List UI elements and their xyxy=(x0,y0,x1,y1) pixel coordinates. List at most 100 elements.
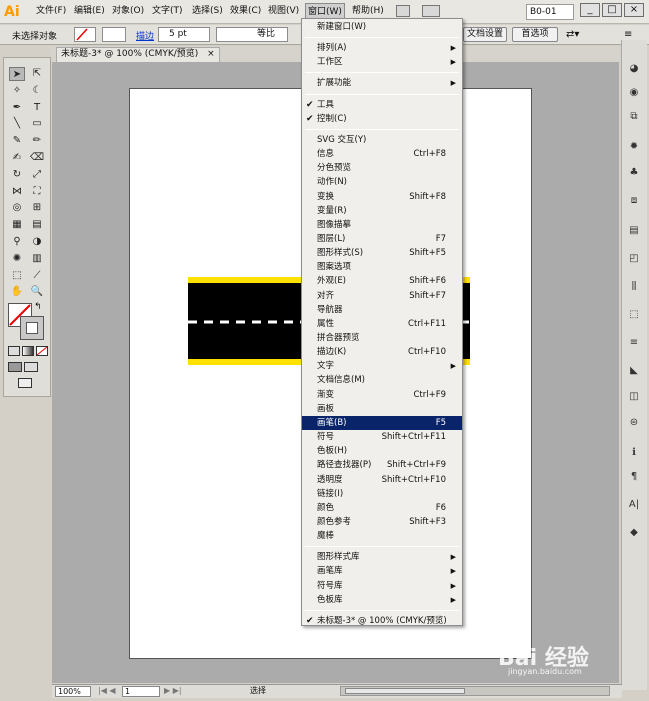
close-button[interactable]: × xyxy=(624,3,644,17)
menu-0[interactable]: 文件(F) xyxy=(34,3,68,20)
eyedropper-tool-icon[interactable]: ⚲ xyxy=(9,235,25,249)
menu-1[interactable]: 编辑(E) xyxy=(72,3,107,20)
gradient-icon[interactable]: ◣ xyxy=(625,362,643,380)
menu-6[interactable]: 视图(V) xyxy=(266,3,301,20)
swatches-icon[interactable]: ⧉ xyxy=(625,108,643,126)
first-page-icon[interactable]: |◀ ◀ xyxy=(98,686,116,697)
symbols-icon[interactable]: ♣ xyxy=(625,164,643,182)
document-tab[interactable]: 未标题-3* @ 100% (CMYK/预览) × xyxy=(56,47,220,62)
last-page-icon[interactable]: ▶ ▶| xyxy=(164,686,182,697)
window-menu-item[interactable]: 图层(L) F7 xyxy=(302,232,462,246)
page-input[interactable]: 1 xyxy=(122,686,160,697)
pen-tool-icon[interactable]: ✒ xyxy=(9,101,25,115)
window-menu-item[interactable]: 图形样式库 ▶ xyxy=(302,550,462,564)
preferences-button[interactable]: 首选项 xyxy=(512,27,558,42)
color-guide-icon[interactable]: ◉ xyxy=(625,84,643,102)
gradient-tool-icon[interactable]: ▤ xyxy=(29,218,45,232)
window-menu-item[interactable]: 画笔(B) F5 xyxy=(302,415,462,430)
stroke-swatch[interactable] xyxy=(102,27,126,42)
artboard-tool-icon[interactable]: ⬚ xyxy=(9,269,25,283)
panel-menu-icon[interactable]: ≡ xyxy=(624,29,632,40)
window-menu-item[interactable]: 拼合器预览 xyxy=(302,331,462,345)
window-menu-item[interactable]: ✔ 工具 xyxy=(302,98,462,112)
window-menu-item[interactable]: 链接(I) xyxy=(302,487,462,501)
blob-brush-tool-icon[interactable]: ✍ xyxy=(9,151,25,165)
graphic-styles-icon[interactable]: ⧈ xyxy=(625,192,643,210)
window-menu-item[interactable]: 符号 Shift+Ctrl+F11 xyxy=(302,430,462,444)
window-menu-item[interactable]: 工作区 ▶ xyxy=(302,55,462,69)
zoom-input[interactable]: 100% xyxy=(55,686,91,697)
layers-icon[interactable]: ▤ xyxy=(625,222,643,240)
swap-colors-icon[interactable]: ↰ xyxy=(34,302,42,312)
window-menu-item[interactable]: 透明度 Shift+Ctrl+F10 xyxy=(302,473,462,487)
window-menu-item[interactable]: 图像描摹 xyxy=(302,218,462,232)
window-menu-item[interactable]: ✔ 未标题-3* @ 100% (CMYK/预览) xyxy=(302,614,462,628)
window-menu-item[interactable]: 排列(A) ▶ xyxy=(302,41,462,55)
window-menu-item[interactable]: 变换 Shift+F8 xyxy=(302,190,462,204)
window-menu-item[interactable]: 图案选项 xyxy=(302,260,462,274)
window-menu-item[interactable]: 文字 ▶ xyxy=(302,359,462,373)
pencil-tool-icon[interactable]: ✏ xyxy=(29,134,45,148)
selection-tool-icon[interactable]: ➤ xyxy=(9,67,25,81)
shape-builder-tool-icon[interactable]: ◎ xyxy=(9,201,25,215)
window-menu-item[interactable]: 色板(H) xyxy=(302,444,462,458)
horizontal-scrollbar[interactable] xyxy=(340,686,610,696)
window-menu-item[interactable]: 路径查找器(P) Shift+Ctrl+F9 xyxy=(302,458,462,472)
window-menu-item[interactable]: 文档信息(M) xyxy=(302,373,462,387)
stroke-link[interactable]: 描边 xyxy=(136,29,154,42)
none-mode-icon[interactable] xyxy=(36,346,48,356)
menu-3[interactable]: 文字(T) xyxy=(150,3,185,20)
draw-normal-icon[interactable] xyxy=(8,362,22,372)
window-menu-item[interactable]: 分色预览 xyxy=(302,161,462,175)
rectangle-tool-icon[interactable]: ▭ xyxy=(29,117,45,131)
window-menu-item[interactable]: 对齐 Shift+F7 xyxy=(302,289,462,303)
window-menu-item[interactable]: 信息 Ctrl+F8 xyxy=(302,147,462,161)
symbol-sprayer-tool-icon[interactable]: ✺ xyxy=(9,252,25,266)
window-menu-item[interactable]: 描边(K) Ctrl+F10 xyxy=(302,345,462,359)
window-menu-item[interactable]: 属性 Ctrl+F11 xyxy=(302,317,462,331)
eraser-tool-icon[interactable]: ⌫ xyxy=(29,151,45,165)
window-menu-item[interactable]: 颜色 F6 xyxy=(302,501,462,515)
magic-wand-tool-icon[interactable]: ✧ xyxy=(9,84,25,98)
character-icon[interactable]: A| xyxy=(625,496,643,514)
transparency-icon[interactable]: ◫ xyxy=(625,388,643,406)
window-menu-item[interactable]: 动作(N) xyxy=(302,175,462,189)
paragraph-icon[interactable]: ¶ xyxy=(625,468,643,486)
color-panel-icon[interactable]: ◕ xyxy=(625,60,643,78)
window-menu-item[interactable]: 颜色参考 Shift+F3 xyxy=(302,515,462,529)
paintbrush-tool-icon[interactable]: ✎ xyxy=(9,134,25,148)
direct-selection-tool-icon[interactable]: ⇱ xyxy=(29,67,45,81)
window-menu-item[interactable]: 色板库 ▶ xyxy=(302,593,462,607)
line-tool-icon[interactable]: ╲ xyxy=(9,117,25,131)
transform-icon[interactable]: ⬚ xyxy=(625,306,643,324)
stroke-profile-select[interactable]: 等比 xyxy=(216,27,288,42)
screen-mode-icon[interactable] xyxy=(18,378,32,388)
artboards-icon[interactable]: ◰ xyxy=(625,250,643,268)
window-menu-item[interactable]: ✔ 控制(C) xyxy=(302,112,462,126)
zoom-tool-icon[interactable]: 🔍 xyxy=(29,285,45,299)
workspace-switcher[interactable]: B0-01 xyxy=(526,4,574,20)
appearance-icon[interactable]: ⊜ xyxy=(625,414,643,432)
slice-tool-icon[interactable]: ⟋ xyxy=(29,269,45,283)
blend-tool-icon[interactable]: ◑ xyxy=(29,235,45,249)
mesh-tool-icon[interactable]: ▦ xyxy=(9,218,25,232)
scale-tool-icon[interactable]: ⤢ xyxy=(29,168,45,182)
lasso-tool-icon[interactable]: ☾ xyxy=(29,84,45,98)
menu-4[interactable]: 选择(S) xyxy=(190,3,225,20)
perspective-grid-tool-icon[interactable]: ⊞ xyxy=(29,201,45,215)
align-icon[interactable]: ⫼ xyxy=(625,278,643,296)
isolate-icon[interactable]: ⇄▾ xyxy=(566,29,579,40)
window-menu-item[interactable]: 符号库 ▶ xyxy=(302,579,462,593)
info-icon[interactable]: ℹ xyxy=(625,444,643,462)
type-tool-icon[interactable]: T xyxy=(29,101,45,115)
window-menu-item[interactable]: 画板 xyxy=(302,402,462,416)
draw-behind-icon[interactable] xyxy=(24,362,38,372)
menu-2[interactable]: 对象(O) xyxy=(110,3,146,20)
window-menu-item[interactable]: 图形样式(S) Shift+F5 xyxy=(302,246,462,260)
layers-stack-icon[interactable]: ◆ xyxy=(625,524,643,542)
window-menu-item[interactable]: 变量(R) xyxy=(302,204,462,218)
window-menu-item[interactable]: 魔棒 xyxy=(302,529,462,543)
column-graph-tool-icon[interactable]: ▥ xyxy=(29,252,45,266)
window-menu-item[interactable]: 导航器 xyxy=(302,303,462,317)
bridge-icon[interactable] xyxy=(396,5,410,17)
